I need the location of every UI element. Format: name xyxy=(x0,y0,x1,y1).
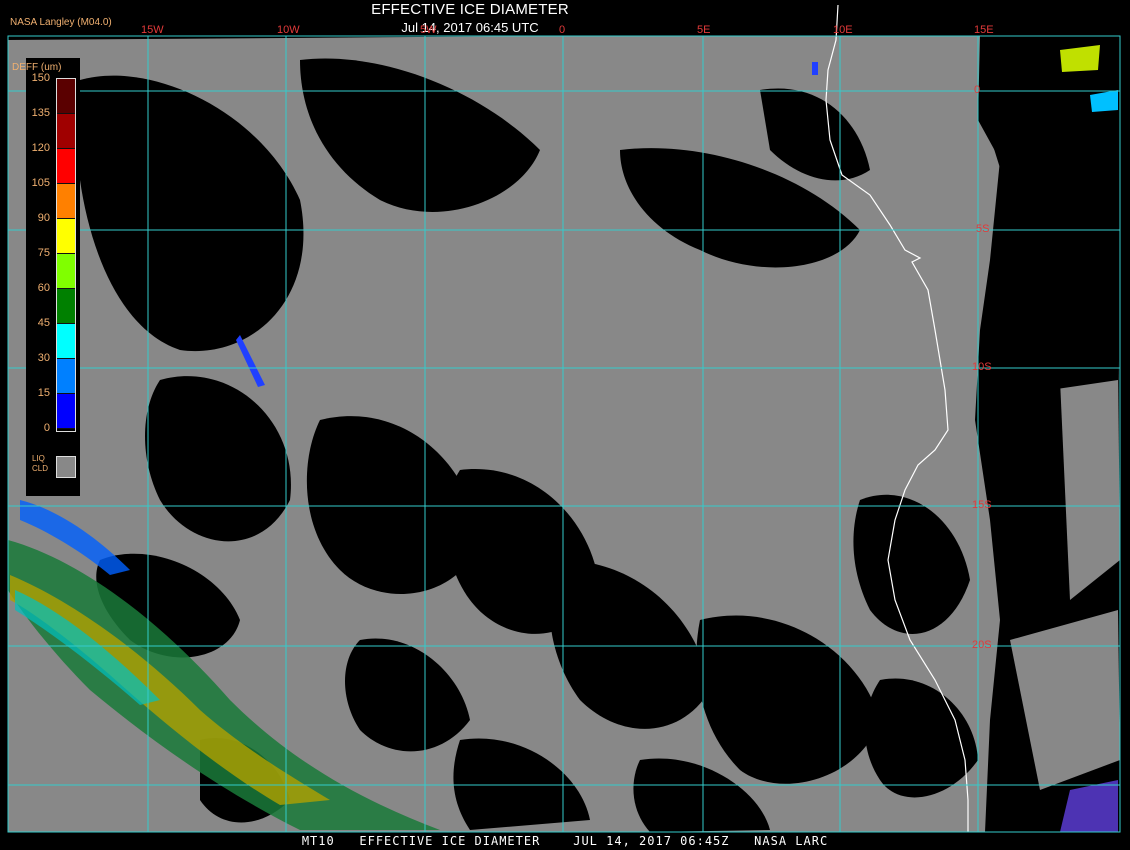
legend-swatch xyxy=(57,394,75,429)
legend-swatch xyxy=(57,359,75,394)
lon-label: 10W xyxy=(277,24,300,36)
footer-caption: MT10 EFFECTIVE ICE DIAMETER JUL 14, 2017… xyxy=(301,834,829,848)
map-timestamp: Jul 14, 2017 06:45 UTC xyxy=(401,20,539,35)
legend-tick: 120 xyxy=(31,142,50,154)
legend-color-bar xyxy=(56,78,76,432)
legend-tick: 150 xyxy=(31,72,50,84)
legend-swatch xyxy=(57,79,75,114)
legend-tick: 135 xyxy=(31,107,50,119)
credit-label: NASA Langley (M04.0) xyxy=(10,17,112,28)
lat-label: 0 xyxy=(974,84,981,96)
legend-tick: 15 xyxy=(37,387,50,399)
lat-label: 20S xyxy=(972,639,992,651)
lon-label: 15W xyxy=(141,24,164,36)
map-title: EFFECTIVE ICE DIAMETER xyxy=(371,1,569,18)
legend-swatch xyxy=(57,149,75,184)
legend-swatch xyxy=(57,219,75,254)
legend-tick: 60 xyxy=(37,282,50,294)
lon-label: 15E xyxy=(974,24,994,36)
legend-tick: 30 xyxy=(37,352,50,364)
legend-tick: 0 xyxy=(43,422,50,434)
legend-tick: 45 xyxy=(37,317,50,329)
lon-label: 5E xyxy=(697,24,711,36)
lon-label: 0 xyxy=(559,24,566,36)
legend-swatch xyxy=(57,184,75,219)
color-legend: DEFF (um) 150 135 120 105 90 75 60 45 30… xyxy=(12,58,80,496)
lat-label: 5S xyxy=(976,223,990,235)
legend-swatch xyxy=(57,254,75,289)
liquid-cloud-swatch xyxy=(56,456,76,478)
liquid-cloud-label: LIQ CLD xyxy=(32,454,49,473)
legend-swatch xyxy=(57,324,75,359)
satellite-map xyxy=(0,0,1130,850)
lon-label: 5W xyxy=(420,24,437,36)
legend-swatch xyxy=(57,114,75,149)
legend-tick: 105 xyxy=(31,177,50,189)
lon-label: 10E xyxy=(833,24,853,36)
lat-label: 15S xyxy=(972,499,992,511)
lat-label: 10S xyxy=(972,361,992,373)
legend-tick: 75 xyxy=(37,247,50,259)
legend-swatch xyxy=(57,289,75,324)
legend-tick: 90 xyxy=(37,212,50,224)
